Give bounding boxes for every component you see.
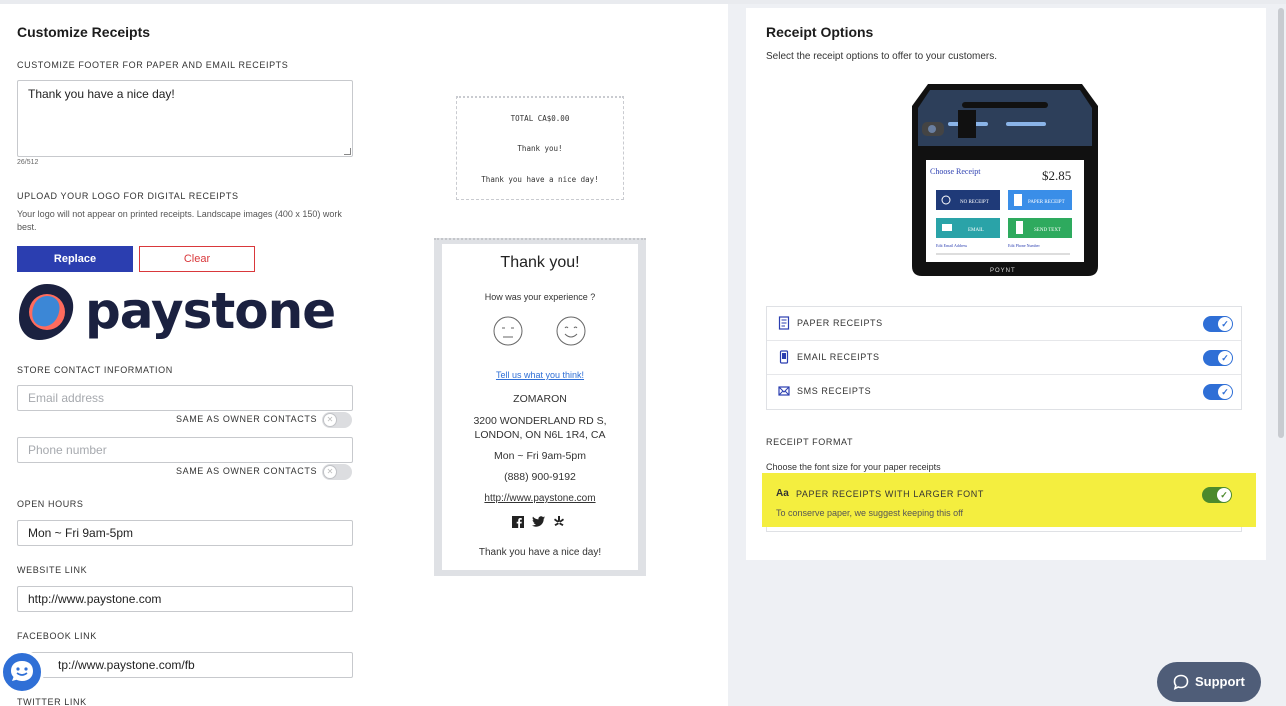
facebook-field[interactable]: tp://www.paystone.com/fb — [17, 652, 353, 678]
device-edit-phone: Edit Phone Number — [1008, 243, 1040, 248]
replace-button[interactable]: Replace — [17, 246, 133, 272]
device-choose-receipt: Choose Receipt — [930, 167, 981, 176]
twitter-icon[interactable] — [532, 516, 545, 528]
store-hours: Mon ~ Fri 9am-5pm — [494, 450, 586, 462]
same-as-owner-phone-toggle[interactable]: ✕ — [322, 464, 352, 480]
receipt-thanks: Thank you! — [517, 144, 563, 153]
digital-receipt-body: Thank you! How was your experience ? Tel… — [442, 244, 638, 570]
digital-footer: Thank you have a nice day! — [478, 547, 602, 558]
facebook-label: FACEBOOK LINK — [17, 631, 97, 641]
store-name: ZOMARON — [513, 393, 567, 405]
email-receipts-toggle[interactable]: ✓ — [1203, 350, 1233, 366]
hours-field[interactable]: Mon ~ Fri 9am-5pm — [17, 520, 353, 546]
same-as-owner-email-label: SAME AS OWNER CONTACTS — [176, 414, 318, 424]
phone-icon — [779, 350, 789, 364]
contact-label: STORE CONTACT INFORMATION — [17, 365, 173, 375]
happy-face-icon[interactable] — [556, 316, 586, 346]
email-field[interactable]: Email address — [17, 385, 353, 411]
receipt-icon — [778, 316, 790, 330]
check-icon: ✓ — [1217, 488, 1231, 502]
option-label: SMS RECEIPTS — [797, 386, 872, 396]
large-font-help: To conserve paper, we suggest keeping th… — [776, 508, 963, 518]
sad-face-icon[interactable] — [493, 316, 523, 346]
paper-receipt-preview: TOTAL CA$0.00 Thank you! Thank you have … — [456, 96, 624, 200]
store-logo: paystone — [17, 282, 336, 342]
address-line-2: LONDON, ON N6L 1R4, CA — [474, 429, 606, 441]
store-phone: (888) 900-9192 — [504, 471, 576, 483]
large-font-toggle[interactable]: ✓ — [1202, 487, 1232, 503]
check-icon: ✓ — [1218, 385, 1232, 399]
device-send-text: SEND TEXT — [1034, 228, 1061, 233]
address-line-1: 3200 WONDERLAND RD S, — [473, 415, 607, 427]
hours-label: OPEN HOURS — [17, 499, 84, 509]
twitter-label: TWITTER LINK — [17, 697, 87, 706]
large-font-label: PAPER RECEIPTS WITH LARGER FONT — [796, 489, 984, 499]
support-button[interactable]: Support — [1157, 662, 1261, 702]
options-title: Receipt Options — [766, 24, 874, 40]
paper-receipts-toggle[interactable]: ✓ — [1203, 316, 1233, 332]
footer-label: CUSTOMIZE FOOTER FOR PAPER AND EMAIL REC… — [17, 60, 289, 70]
digital-receipt-preview: Thank you! How was your experience ? Tel… — [434, 238, 646, 576]
device-brand: POYNT — [990, 268, 1016, 274]
receipt-format-label: RECEIPT FORMAT — [766, 437, 854, 447]
receipt-options-list: PAPER RECEIPTS ✓ EMAIL RECEIPTS ✓ SMS RE… — [766, 306, 1242, 410]
clear-button[interactable]: Clear — [139, 246, 255, 272]
device-edit-email: Edit Email Address — [936, 243, 968, 248]
website-label: WEBSITE LINK — [17, 565, 88, 575]
sms-receipts-toggle[interactable]: ✓ — [1203, 384, 1233, 400]
option-paper-receipts[interactable]: PAPER RECEIPTS ✓ — [767, 307, 1241, 341]
logo-wordmark: paystone — [85, 282, 336, 340]
x-icon: ✕ — [323, 413, 337, 427]
same-as-owner-email-toggle[interactable]: ✕ — [322, 412, 352, 428]
device-paper-receipt: PAPER RECEIPT — [1028, 200, 1065, 205]
support-label: Support — [1195, 674, 1245, 689]
scrollbar[interactable] — [1278, 8, 1284, 438]
x-icon: ✕ — [323, 465, 337, 479]
option-label: EMAIL RECEIPTS — [797, 352, 880, 362]
receipt-total: TOTAL CA$0.00 — [510, 114, 570, 123]
footer-text: Thank you have a nice day! — [28, 87, 175, 101]
page-title: Customize Receipts — [17, 24, 151, 40]
facebook-icon[interactable] — [512, 516, 524, 528]
feedback-faces — [442, 316, 638, 350]
options-subtitle: Select the receipt options to offer to y… — [766, 51, 998, 62]
device-amount: $2.85 — [1042, 168, 1071, 183]
footer-textarea[interactable]: Thank you have a nice day! — [17, 80, 353, 157]
social-icons — [442, 516, 638, 530]
option-email-receipts[interactable]: EMAIL RECEIPTS ✓ — [767, 341, 1241, 375]
check-icon: ✓ — [1218, 317, 1232, 331]
upload-label: UPLOAD YOUR LOGO FOR DIGITAL RECEIPTS — [17, 191, 239, 201]
store-url[interactable]: http://www.paystone.com — [442, 493, 638, 504]
device-no-receipt: NO RECEIPT — [960, 200, 989, 205]
yelp-icon[interactable] — [553, 516, 565, 528]
digital-title: Thank you! — [500, 254, 580, 271]
upload-help: Your logo will not appear on printed rec… — [17, 209, 342, 232]
feedback-link[interactable]: Tell us what you think! — [442, 370, 638, 380]
receipt-footer: Thank you have a nice day! — [481, 175, 599, 184]
chat-widget-button[interactable] — [0, 650, 44, 694]
device-email: EMAIL — [968, 228, 984, 233]
option-label: PAPER RECEIPTS — [797, 318, 883, 328]
check-icon: ✓ — [1218, 351, 1232, 365]
resize-grip-icon[interactable] — [344, 148, 351, 155]
envelope-icon — [778, 386, 790, 396]
experience-question: How was your experience ? — [484, 292, 596, 302]
smiley-chat-icon — [11, 661, 33, 681]
same-as-owner-phone-label: SAME AS OWNER CONTACTS — [176, 466, 318, 476]
website-field[interactable]: http://www.paystone.com — [17, 586, 353, 612]
option-sms-receipts[interactable]: SMS RECEIPTS ✓ — [767, 375, 1241, 409]
chat-bubble-icon — [1173, 674, 1189, 690]
paystone-logo-icon — [19, 284, 74, 340]
char-count: 26/512 — [17, 159, 39, 166]
phone-field[interactable]: Phone number — [17, 437, 353, 463]
poynt-terminal-illustration: Choose Receipt $2.85 NO RECEIPT PAPER RE… — [912, 84, 1098, 276]
font-size-icon: Aa — [776, 488, 789, 499]
